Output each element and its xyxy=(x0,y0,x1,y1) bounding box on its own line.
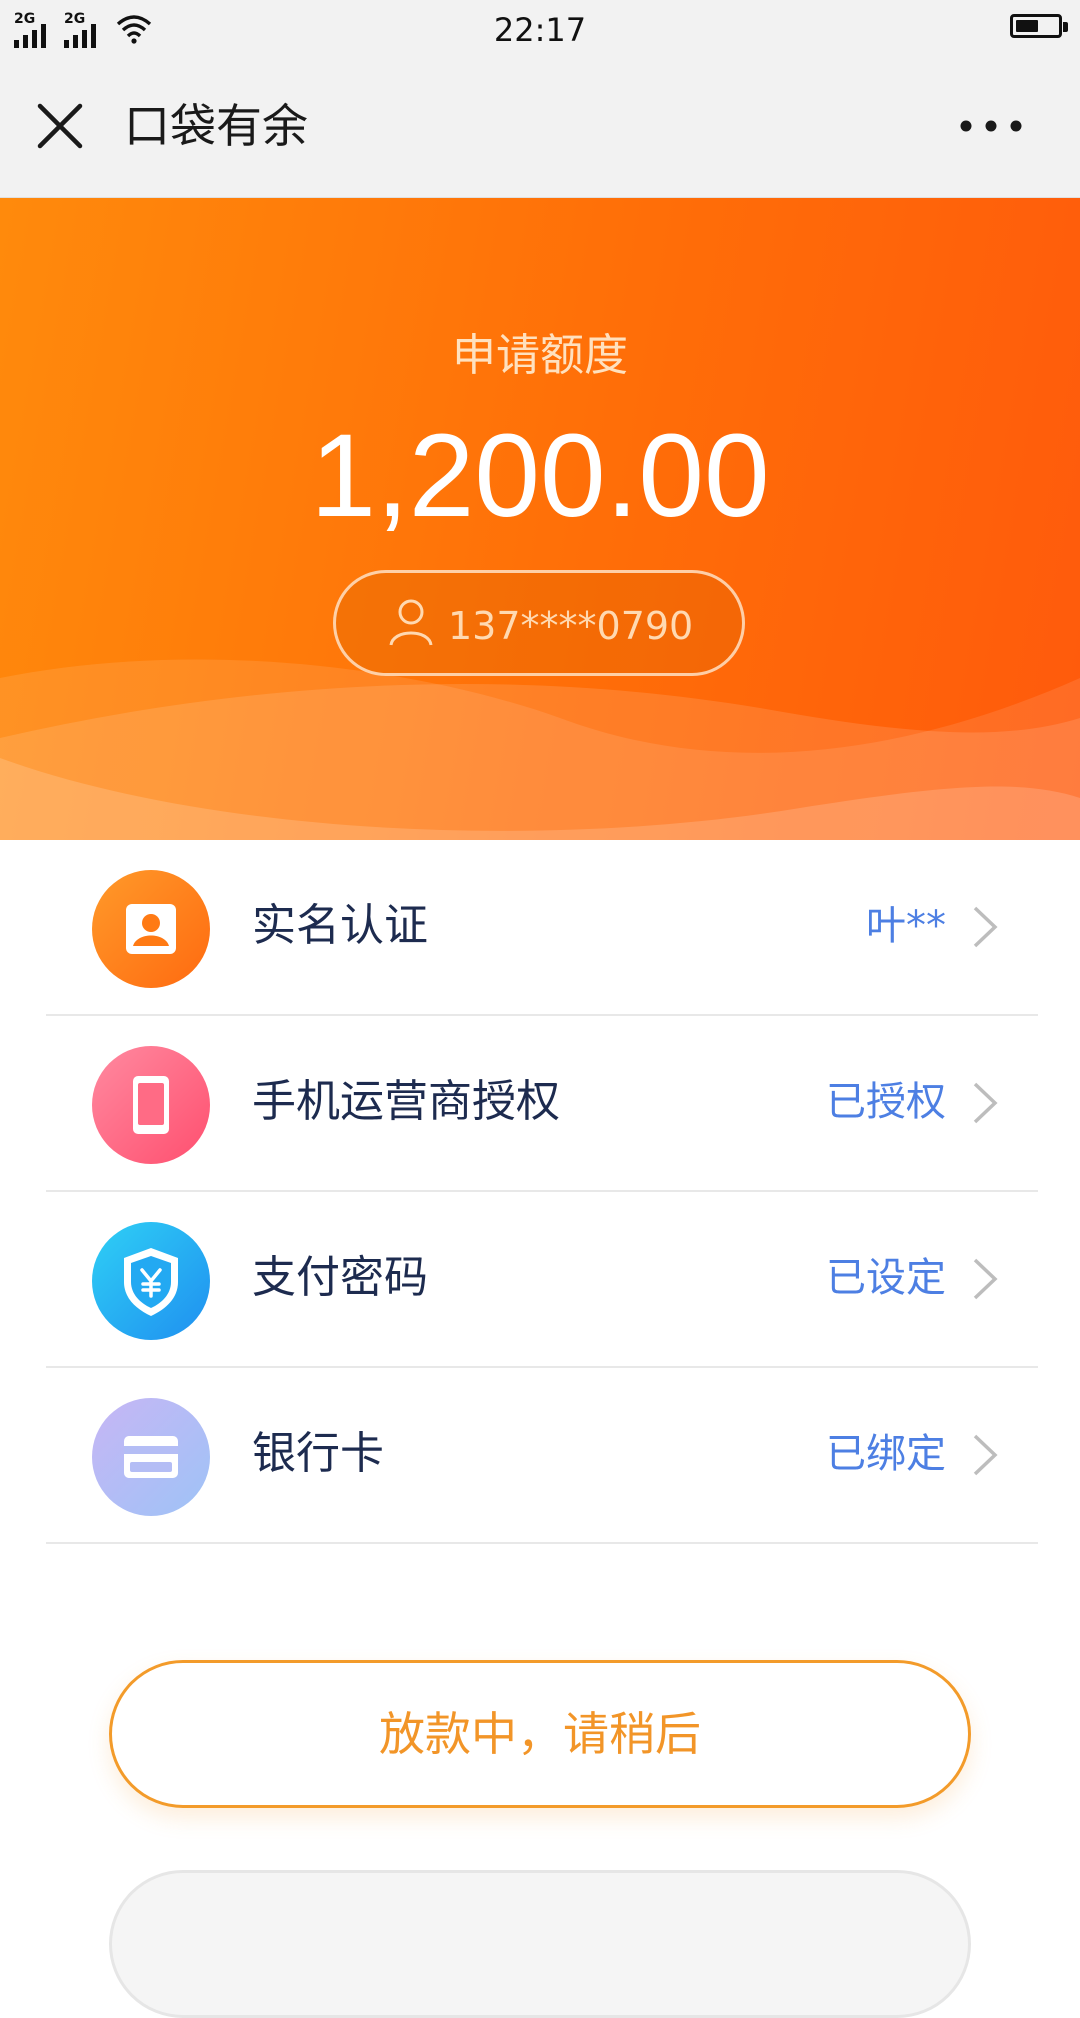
battery-level xyxy=(1016,20,1038,32)
list-item-real-name[interactable]: 实名认证 叶** xyxy=(46,840,1038,1016)
mobile-phone-icon xyxy=(92,1046,210,1164)
close-icon[interactable] xyxy=(32,98,88,154)
list-item-payment-password[interactable]: 支付密码 已设定 xyxy=(46,1192,1038,1368)
phone-number: 137****0790 xyxy=(448,604,694,648)
more-options-icon[interactable] xyxy=(956,104,1026,148)
battery-nub xyxy=(1063,22,1068,32)
list-item-label: 银行卡 xyxy=(252,1428,384,1479)
status-bar: 2G 2G 22:17 xyxy=(0,0,1080,60)
phone-badge: 137****0790 xyxy=(333,570,745,676)
nav-bar: 口袋有余 xyxy=(0,60,1080,198)
list-item-status: 已绑定 xyxy=(826,1431,946,1477)
id-card-icon xyxy=(92,870,210,988)
chevron-right-icon xyxy=(973,906,998,948)
loan-status-button[interactable]: 放款中，请稍后 xyxy=(109,1660,971,1808)
list-item-status: 已授权 xyxy=(826,1079,946,1125)
list-item-label: 实名认证 xyxy=(252,900,428,951)
secondary-button[interactable] xyxy=(109,1870,971,2018)
page-title: 口袋有余 xyxy=(124,99,308,153)
user-icon xyxy=(389,599,433,646)
list-item-bank-card[interactable]: 银行卡 已绑定 xyxy=(46,1368,1038,1544)
chevron-right-icon xyxy=(973,1258,998,1300)
chevron-right-icon xyxy=(973,1082,998,1124)
list-item-label: 支付密码 xyxy=(252,1252,428,1303)
status-time: 22:17 xyxy=(493,11,587,49)
chevron-right-icon xyxy=(973,1434,998,1476)
list-item-status: 叶** xyxy=(866,903,946,949)
list-item-carrier-auth[interactable]: 手机运营商授权 已授权 xyxy=(46,1016,1038,1192)
list-item-label: 手机运营商授权 xyxy=(252,1076,560,1127)
yuan-shield-icon xyxy=(92,1222,210,1340)
credit-amount: 1,200.00 xyxy=(310,410,770,542)
credit-label: 申请额度 xyxy=(452,330,628,381)
list-item-status: 已设定 xyxy=(826,1255,946,1301)
credit-banner: 申请额度 1,200.00 137****0790 xyxy=(0,198,1080,840)
battery-icon xyxy=(1010,14,1068,38)
bank-card-icon xyxy=(92,1398,210,1516)
